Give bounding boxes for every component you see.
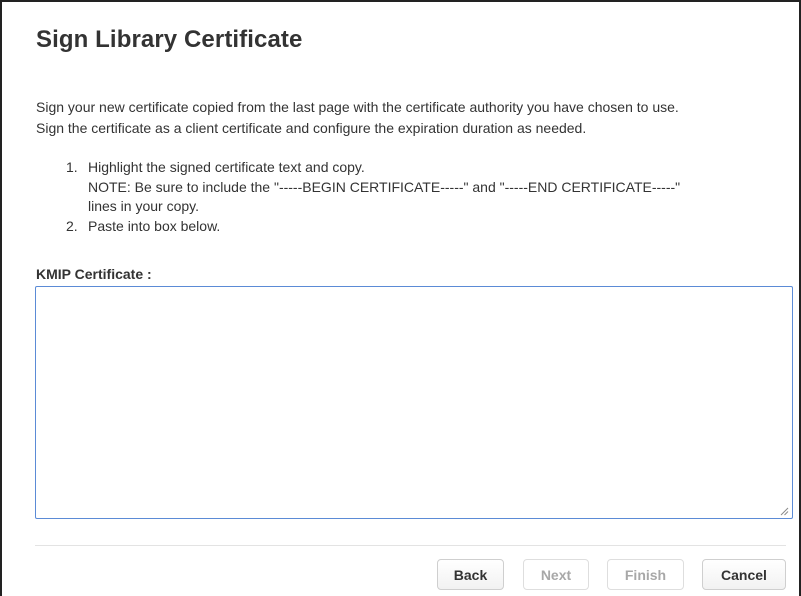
- instruction-steps: 1. Highlight the signed certificate text…: [66, 158, 786, 236]
- step-number: 2.: [66, 217, 78, 234]
- step-1-note: NOTE: Be sure to include the "-----BEGIN…: [88, 178, 681, 195]
- page-title: Sign Library Certificate: [36, 26, 303, 53]
- intro-text: Sign your new certificate copied from th…: [36, 97, 786, 139]
- step-2: 2. Paste into box below.: [66, 217, 786, 237]
- step-1-line-1: Highlight the signed certificate text an…: [88, 159, 365, 175]
- finish-button[interactable]: Finish: [607, 559, 684, 590]
- next-button[interactable]: Next: [523, 559, 589, 590]
- intro-line-2: Sign the certificate as a client certifi…: [36, 120, 587, 136]
- step-2-line-1: Paste into box below.: [88, 217, 221, 234]
- cancel-button[interactable]: Cancel: [702, 559, 786, 590]
- sign-certificate-dialog: Sign Library Certificate Sign your new c…: [0, 0, 801, 596]
- step-number: 1.: [66, 159, 78, 175]
- intro-line-1: Sign your new certificate copied from th…: [36, 99, 679, 115]
- step-1-line-3: lines in your copy.: [88, 198, 200, 214]
- back-button[interactable]: Back: [437, 559, 504, 590]
- step-1: 1. Highlight the signed certificate text…: [66, 158, 786, 217]
- footer-divider: [35, 545, 786, 546]
- kmip-certificate-textarea[interactable]: [35, 286, 793, 519]
- resize-grip-icon[interactable]: [779, 506, 789, 516]
- kmip-certificate-label: KMIP Certificate :: [36, 266, 152, 282]
